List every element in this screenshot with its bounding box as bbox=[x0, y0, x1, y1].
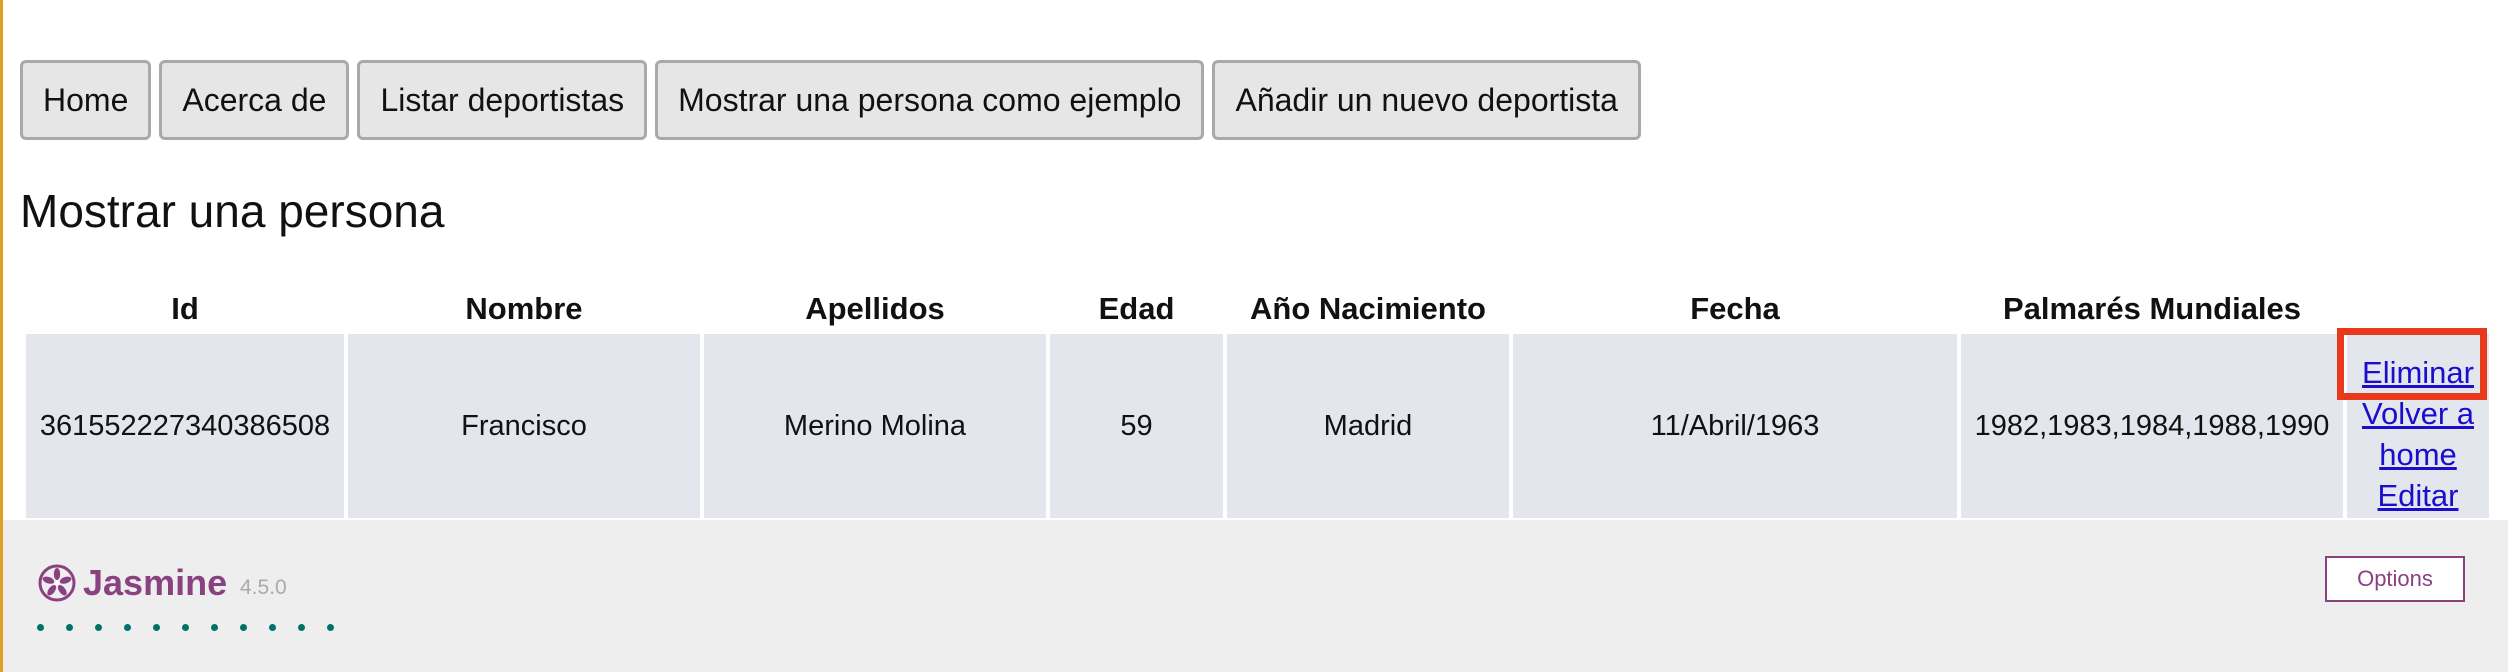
jasmine-logo-text: Jasmine bbox=[83, 562, 228, 603]
person-table: Id Nombre Apellidos Edad Año Nacimiento … bbox=[22, 284, 2493, 518]
back-home-link-line1[interactable]: Volver a bbox=[2362, 393, 2474, 434]
spec-passed-dot bbox=[66, 624, 73, 631]
options-button[interactable]: Options bbox=[2325, 556, 2465, 602]
back-home-link-line2[interactable]: home bbox=[2379, 434, 2457, 475]
table-header-row: Id Nombre Apellidos Edad Año Nacimiento … bbox=[26, 284, 2489, 334]
jasmine-reporter-bar: Jasmine 4.5.0 Options bbox=[3, 520, 2508, 672]
jasmine-flower-icon bbox=[38, 564, 76, 602]
cell-nombre: Francisco bbox=[348, 334, 700, 518]
spec-passed-dot bbox=[182, 624, 189, 631]
cell-nacimiento: Madrid bbox=[1227, 334, 1509, 518]
nav-add-athlete-button[interactable]: Añadir un nuevo deportista bbox=[1212, 60, 1641, 140]
actions-links: Eliminar Volver a home Editar bbox=[2337, 328, 2489, 516]
cell-palmares: 1982,1983,1984,1988,1990 bbox=[1961, 334, 2343, 518]
header-apellidos: Apellidos bbox=[805, 291, 945, 326]
spec-passed-dot bbox=[124, 624, 131, 631]
spec-passed-dot bbox=[211, 624, 218, 631]
header-palmares: Palmarés Mundiales bbox=[2002, 291, 2302, 326]
spec-passed-dot bbox=[327, 624, 334, 631]
spec-passed-dot bbox=[153, 624, 160, 631]
jasmine-version: 4.5.0 bbox=[240, 576, 287, 599]
header-nombre: Nombre bbox=[465, 291, 583, 326]
spec-passed-dot bbox=[269, 624, 276, 631]
cell-id: 361552227340386508 bbox=[26, 334, 344, 518]
nav-home-button[interactable]: Home bbox=[20, 60, 152, 140]
spec-passed-dot bbox=[37, 624, 44, 631]
spec-passed-dot bbox=[298, 624, 305, 631]
jasmine-logo: Jasmine bbox=[37, 562, 227, 604]
spec-passed-dot bbox=[240, 624, 247, 631]
edit-link[interactable]: Editar bbox=[2378, 475, 2459, 516]
cell-edad: 59 bbox=[1050, 334, 1223, 518]
cell-fecha: 11/Abril/1963 bbox=[1513, 334, 1957, 518]
header-id: Id bbox=[171, 291, 199, 326]
spec-result-dots bbox=[37, 624, 334, 631]
spec-passed-dot bbox=[95, 624, 102, 631]
section-title: Mostrar una persona bbox=[20, 185, 445, 237]
header-edad: Edad bbox=[1098, 291, 1175, 326]
nav-list-athletes-button[interactable]: Listar deportistas bbox=[357, 60, 648, 140]
header-nacimiento: Año Nacimiento bbox=[1250, 291, 1486, 326]
nav-show-person-button[interactable]: Mostrar una persona como ejemplo bbox=[655, 60, 1205, 140]
delete-link[interactable]: Eliminar bbox=[2362, 352, 2474, 393]
cell-apellidos: Merino Molina bbox=[704, 334, 1046, 518]
cell-actions: Eliminar Volver a home Editar bbox=[2337, 328, 2489, 518]
header-fecha: Fecha bbox=[1690, 291, 1780, 326]
header-actions bbox=[2347, 284, 2489, 334]
nav-about-button[interactable]: Acerca de bbox=[159, 60, 350, 140]
main-nav: Home Acerca de Listar deportistas Mostra… bbox=[20, 60, 1641, 140]
table-row: 361552227340386508 Francisco Merino Moli… bbox=[26, 328, 2489, 518]
